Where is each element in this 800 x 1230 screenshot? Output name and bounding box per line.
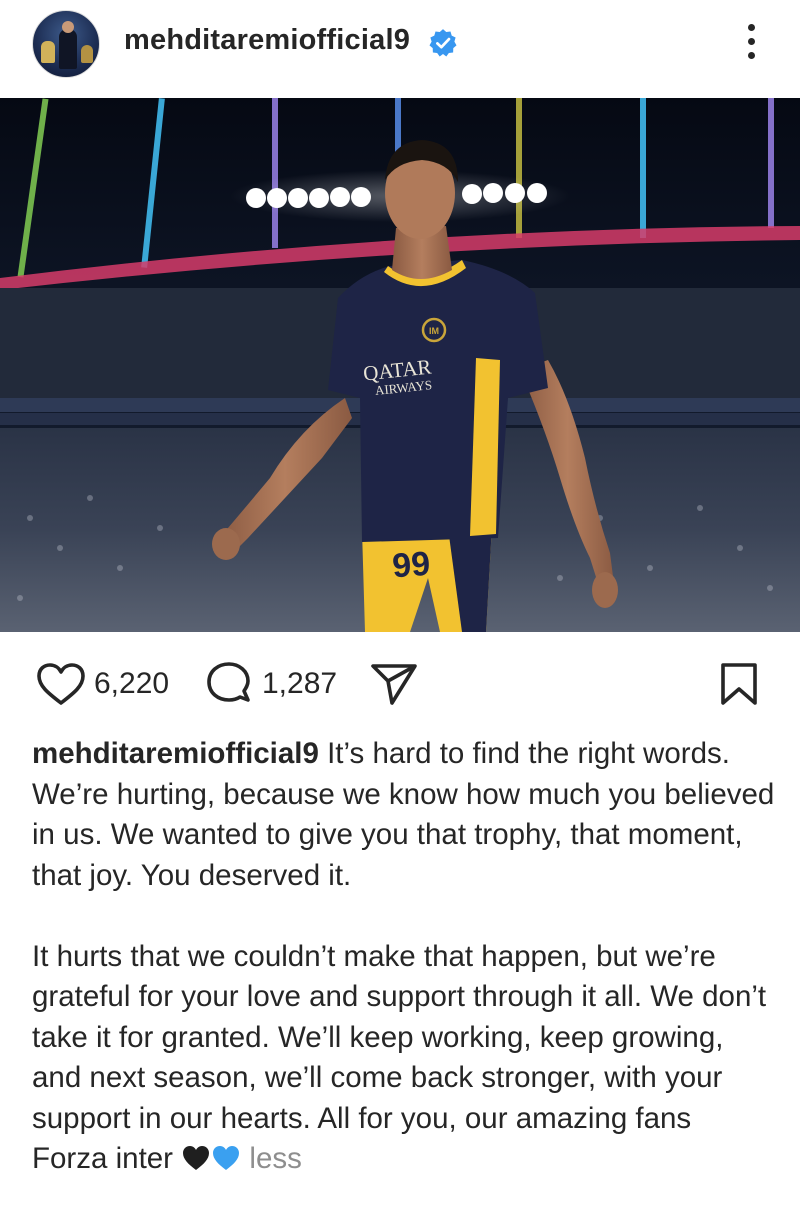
more-options-icon[interactable] — [736, 20, 766, 64]
heart-outline-icon — [37, 663, 85, 705]
caption-text: Forza inter — [32, 1142, 173, 1175]
comment-button[interactable]: 1,287 — [204, 662, 337, 706]
send-paper-plane-icon — [371, 664, 417, 705]
save-button[interactable] — [718, 662, 760, 706]
avatar-trophy-shape — [81, 45, 93, 63]
caption-paragraph: It hurts that we couldn’t make that happ… — [32, 939, 767, 1135]
avatar-trophy-shape — [41, 41, 55, 63]
share-button[interactable] — [370, 662, 418, 706]
comment-count[interactable]: 1,287 — [262, 667, 337, 701]
avatar[interactable] — [32, 10, 100, 78]
shorts-number: 99 — [391, 545, 431, 586]
like-button[interactable]: 6,220 — [36, 662, 169, 706]
caption-last-line: Forza inter less — [32, 1139, 776, 1180]
bookmark-outline-icon — [721, 663, 757, 705]
caption-paragraph: mehditaremiofficial9 It’s hard to find t… — [32, 734, 776, 896]
post-action-bar: 6,220 1,287 — [0, 632, 800, 732]
post-photo-image: IM QATAR AIRWAYS 99 — [0, 98, 800, 632]
post-photo[interactable]: IM QATAR AIRWAYS 99 — [0, 98, 800, 632]
verified-badge-icon — [429, 29, 457, 57]
avatar-head-shape — [62, 21, 74, 33]
avatar-figure-shape — [59, 29, 77, 69]
post-username[interactable]: mehditaremiofficial9 — [124, 24, 410, 57]
like-count[interactable]: 6,220 — [94, 667, 169, 701]
post-caption: mehditaremiofficial9 It’s hard to find t… — [32, 734, 776, 1180]
black-heart-icon — [183, 1146, 210, 1170]
comment-bubble-icon — [207, 662, 250, 702]
caption-username[interactable]: mehditaremiofficial9 — [32, 737, 319, 770]
blue-heart-icon — [213, 1146, 240, 1170]
less-link[interactable]: less — [249, 1142, 301, 1175]
svg-text:IM: IM — [429, 326, 439, 336]
post-header: mehditaremiofficial9 — [0, 0, 800, 98]
